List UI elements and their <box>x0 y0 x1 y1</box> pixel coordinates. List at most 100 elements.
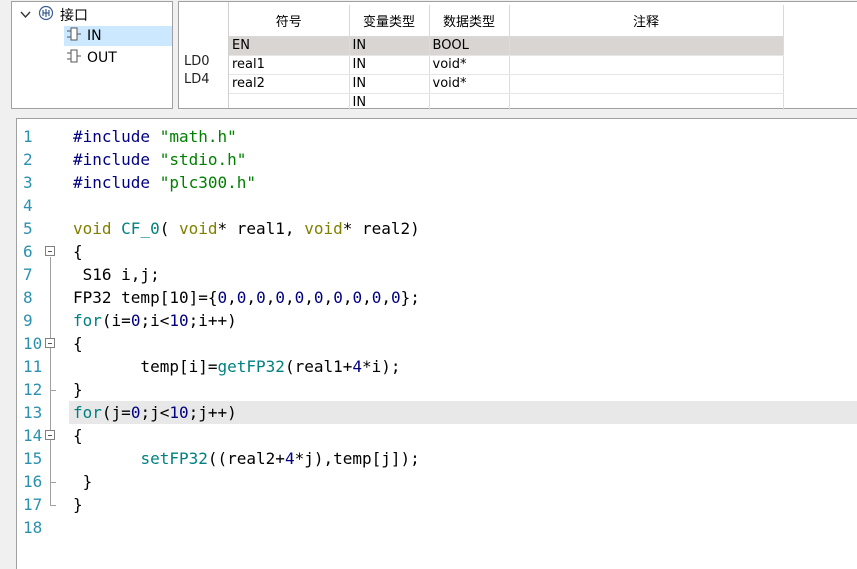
column-header-data-type[interactable]: 数据类型 <box>429 5 510 37</box>
table-row[interactable]: EN IN BOOL <box>229 36 784 56</box>
code-line[interactable]: { <box>73 332 857 355</box>
code-line[interactable]: for(j=0;j<10;j++) <box>69 401 857 424</box>
code-token: 10 <box>169 403 189 422</box>
code-editor[interactable]: 1 2 3 4 5 6 7 8 9 10 11 12 13 14 15 16 17 18 #include "ma… <box>16 118 857 569</box>
chevron-down-icon[interactable] <box>16 9 34 22</box>
column-header-comment[interactable]: 注释 <box>509 5 784 37</box>
code-line[interactable]: { <box>73 240 857 263</box>
code-token: * real2) <box>342 219 420 238</box>
cell-comment[interactable] <box>509 74 784 94</box>
cell-var-type[interactable]: IN <box>349 36 430 56</box>
interface-table: 符号 变量类型 数据类型 注释 EN IN BOOL real1 IN void… <box>229 5 784 113</box>
line-number: 2 <box>23 150 33 169</box>
cell-data-type[interactable]: void* <box>429 74 510 94</box>
code-token: ;i++) <box>188 311 237 330</box>
code-token: , <box>362 288 372 307</box>
code-token: 4 <box>352 357 363 376</box>
code-token: } <box>73 495 83 514</box>
row-label: LD4 <box>184 72 210 87</box>
fold-end-mark <box>50 505 56 506</box>
code-line[interactable]: #include "math.h" <box>73 125 857 148</box>
tree-item-in[interactable]: IN <box>64 26 172 46</box>
code-line[interactable]: } <box>73 470 857 493</box>
code-line[interactable]: temp[i]=getFP32(real1+4*i); <box>73 355 857 378</box>
interface-tree-panel: 接口 IN OUT <box>11 1 173 109</box>
code-token: ;j++) <box>188 403 237 422</box>
code-token: 0 <box>275 288 285 307</box>
code-token: (i= <box>101 311 131 330</box>
code-token: ((real2+ <box>207 449 285 468</box>
fold-end-mark <box>50 482 56 483</box>
code-token: "stdio.h" <box>159 150 247 169</box>
line-number: 16 <box>23 472 43 491</box>
cell-symbol[interactable]: real1 <box>229 55 350 75</box>
interface-icon <box>38 5 54 25</box>
tree-node-interface[interactable]: 接口 <box>16 5 88 25</box>
line-number: 11 <box>23 357 43 376</box>
fold-toggle-icon[interactable] <box>45 430 55 440</box>
code-token: 0 <box>294 288 305 307</box>
tree-item-label: OUT <box>87 50 117 66</box>
code-token: , <box>381 288 392 307</box>
code-token: #include <box>73 127 160 146</box>
column-header-symbol[interactable]: 符号 <box>229 5 350 37</box>
code-token: { <box>73 242 83 261</box>
code-token: 0 <box>391 288 401 307</box>
code-token: #include <box>73 150 160 169</box>
code-token: 0 <box>130 311 141 330</box>
code-line[interactable]: #include "stdio.h" <box>73 148 857 171</box>
line-number: 15 <box>23 449 43 468</box>
code-token: 0 <box>371 288 382 307</box>
cell-data-type[interactable]: void* <box>429 55 510 75</box>
code-line[interactable]: #include "plc300.h" <box>73 171 857 194</box>
code-line[interactable]: FP32 temp[10]={0,0,0,0,0,0,0,0,0,0}; <box>73 286 857 309</box>
code-token: setFP32 <box>140 449 208 468</box>
code-token: 0 <box>217 288 228 307</box>
fold-toggle-icon[interactable] <box>45 338 55 348</box>
cell-symbol[interactable]: EN <box>229 36 350 56</box>
table-row[interactable]: real1 IN void* <box>229 55 784 75</box>
code-token: , <box>227 288 237 307</box>
tree-item-out[interactable]: OUT <box>64 48 117 68</box>
code-token: 0 <box>236 288 247 307</box>
code-line[interactable]: } <box>73 493 857 516</box>
line-number: 5 <box>23 219 33 238</box>
code-token: ( <box>159 219 179 238</box>
cell-data-type[interactable]: BOOL <box>429 36 510 56</box>
code-line[interactable]: void CF_0( void* real1, void* real2) <box>73 217 857 240</box>
table-row[interactable]: real2 IN void* <box>229 74 784 94</box>
cell-comment[interactable] <box>509 36 784 56</box>
code-line[interactable]: S16 i,j; <box>73 263 857 286</box>
column-header-var-type[interactable]: 变量类型 <box>349 5 430 37</box>
code-area[interactable]: #include "math.h" #include "stdio.h" #incl… <box>69 125 857 539</box>
code-token: , <box>323 288 334 307</box>
code-line[interactable]: } <box>73 378 857 401</box>
code-token: S16 i,j; <box>73 265 160 284</box>
cell-comment[interactable] <box>509 55 784 75</box>
code-line[interactable] <box>73 516 857 539</box>
line-number: 17 <box>23 495 43 514</box>
code-token: , <box>265 288 276 307</box>
code-token: *i); <box>362 357 401 376</box>
line-number-gutter: 1 2 3 4 5 6 7 8 9 10 11 12 13 14 15 16 17 18 <box>17 119 71 569</box>
code-line[interactable]: setFP32((real2+4*j),temp[j]); <box>73 447 857 470</box>
code-token: #include <box>73 173 160 192</box>
tree-node-label: 接口 <box>60 8 88 24</box>
code-token: { <box>73 334 83 353</box>
cell-symbol[interactable]: real2 <box>229 74 350 94</box>
interface-table-panel: LD0 LD4 符号 变量类型 数据类型 注释 EN IN BOOL real1… <box>178 1 857 113</box>
code-line[interactable] <box>73 194 857 217</box>
code-token: 0 <box>333 288 343 307</box>
code-token: } <box>73 472 93 491</box>
panel-splitter[interactable] <box>0 110 857 118</box>
code-line[interactable]: for(i=0;i<10;i++) <box>73 309 857 332</box>
cell-var-type[interactable]: IN <box>349 74 430 94</box>
fold-toggle-icon[interactable] <box>45 246 55 256</box>
line-number: 13 <box>23 403 43 422</box>
code-token: , <box>304 288 314 307</box>
fold-end-mark <box>50 390 56 391</box>
code-line[interactable]: { <box>73 424 857 447</box>
cell-var-type[interactable]: IN <box>349 55 430 75</box>
tree-item-label: IN <box>87 28 102 44</box>
